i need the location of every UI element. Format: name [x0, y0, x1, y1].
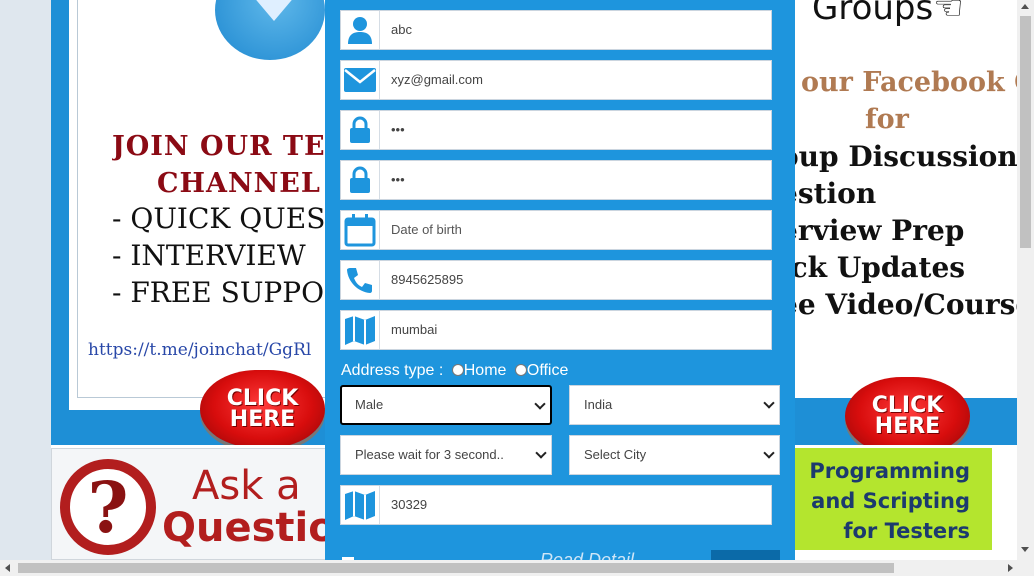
- question-mark-icon: ?: [60, 459, 156, 555]
- map-icon: [341, 486, 380, 524]
- chevron-down-icon: [535, 447, 547, 459]
- ask-line2: Question: [162, 505, 330, 551]
- scroll-down-arrow-icon[interactable]: [1021, 547, 1029, 552]
- state-selected-value: Please wait for 3 second..: [355, 447, 504, 462]
- here-label: HERE: [874, 414, 941, 439]
- user-icon: [341, 11, 380, 49]
- lock-icon: [341, 111, 380, 149]
- chevron-down-icon: [534, 398, 546, 410]
- phone-icon: [341, 261, 380, 299]
- telegram-ad-bullets: - QUICK QUES - INTERVIEW - FREE SUPPO: [112, 200, 328, 311]
- password-value: •••: [391, 122, 405, 137]
- facebook-ad-list: oup Discussions estion erview Prep ick U…: [780, 138, 1017, 323]
- telegram-ad-title-line2: CHANNEL: [157, 168, 321, 199]
- vertical-scrollbar-thumb[interactable]: [1020, 16, 1031, 248]
- submit-button[interactable]: [711, 550, 780, 560]
- phone-value: 8945625895: [391, 272, 464, 287]
- telegram-ad-title: JOIN OUR TE CHANNEL: [112, 128, 328, 202]
- ask-line1: Ask a: [192, 463, 301, 509]
- name-field[interactable]: abc: [340, 10, 772, 50]
- date-of-birth-placeholder: Date of birth: [391, 222, 462, 237]
- confirm-password-value: •••: [391, 172, 405, 187]
- date-of-birth-field[interactable]: Date of birth: [340, 210, 772, 250]
- address-type-group: Address type : Home Office: [341, 362, 568, 380]
- email-value: xyz@gmail.com: [391, 72, 483, 87]
- password-field[interactable]: •••: [340, 110, 772, 150]
- home-radio[interactable]: [451, 364, 464, 376]
- click-label: CLICK: [871, 393, 944, 418]
- prog-line1: Programming: [809, 459, 970, 483]
- office-radio[interactable]: [514, 364, 527, 376]
- confirm-password-field[interactable]: •••: [340, 160, 772, 200]
- ask-question-banner[interactable]: ? Ask a Question: [51, 448, 331, 560]
- name-value: abc: [391, 22, 412, 37]
- city-field[interactable]: mumbai: [340, 310, 772, 350]
- telegram-bullet: - QUICK QUES: [112, 202, 326, 235]
- facebook-ad-title-line2: for: [865, 104, 909, 135]
- scroll-right-arrow-icon[interactable]: [1008, 564, 1013, 572]
- zip-field[interactable]: 30329: [340, 485, 772, 525]
- gender-select[interactable]: Male: [340, 385, 552, 425]
- calendar-icon: [341, 211, 380, 249]
- gender-selected-value: Male: [355, 397, 384, 412]
- ask-question-text: Ask a Question: [162, 463, 330, 549]
- state-select[interactable]: Please wait for 3 second..: [340, 435, 552, 475]
- city-select[interactable]: Select City: [569, 435, 780, 475]
- telegram-click-here-button[interactable]: CLICK HERE: [200, 370, 325, 448]
- address-type-label: Address type :: [341, 362, 444, 379]
- home-radio-label: Home: [463, 362, 507, 379]
- country-select[interactable]: India: [569, 385, 780, 425]
- chevron-down-icon: [763, 447, 775, 459]
- facebook-list-item: estion: [780, 177, 877, 210]
- horizontal-scrollbar-thumb[interactable]: [18, 563, 894, 573]
- prog-line3: for Testers: [843, 519, 970, 543]
- groups-heading: Groups☜: [812, 0, 964, 28]
- telegram-link[interactable]: https://t.me/joinchat/GgRl: [88, 340, 328, 360]
- phone-field[interactable]: 8945625895: [340, 260, 772, 300]
- programming-banner-text: Programming and Scripting for Testers: [800, 456, 970, 546]
- envelope-icon: [341, 61, 380, 99]
- here-label: HERE: [229, 407, 296, 432]
- zip-value: 30329: [391, 497, 428, 512]
- facebook-ad-title: n our Facebook G for: [780, 64, 1017, 138]
- facebook-list-item: oup Discussions: [780, 140, 1017, 173]
- facebook-ad-title-line1: n our Facebook G: [780, 67, 1017, 98]
- city-value: mumbai: [391, 322, 438, 337]
- lock-icon: [341, 161, 380, 199]
- hand-icon: ☜: [933, 0, 964, 28]
- facebook-click-here-button[interactable]: CLICK HERE: [845, 377, 970, 455]
- telegram-bullet: - INTERVIEW: [112, 239, 306, 272]
- telegram-bullet: - FREE SUPPO: [112, 276, 325, 309]
- scroll-left-arrow-icon[interactable]: [5, 564, 10, 572]
- telegram-ad-title-line1: JOIN OUR TE: [112, 131, 326, 162]
- map-icon: [341, 311, 380, 349]
- facebook-list-item: erview Prep: [780, 214, 965, 247]
- scroll-up-arrow-icon[interactable]: [1021, 4, 1029, 9]
- prog-line2: and Scripting: [811, 489, 970, 513]
- chevron-down-icon: [763, 397, 775, 409]
- city-select-value: Select City: [584, 447, 647, 462]
- click-label: CLICK: [226, 386, 299, 411]
- email-field[interactable]: xyz@gmail.com: [340, 60, 772, 100]
- country-selected-value: India: [584, 397, 613, 412]
- telegram-plane-icon: [252, 0, 296, 21]
- groups-text: Groups: [812, 0, 934, 28]
- facebook-list-item: ick Updates: [780, 251, 966, 284]
- facebook-list-item: ee Video/Course: [780, 288, 1017, 321]
- office-radio-label: Office: [526, 362, 569, 379]
